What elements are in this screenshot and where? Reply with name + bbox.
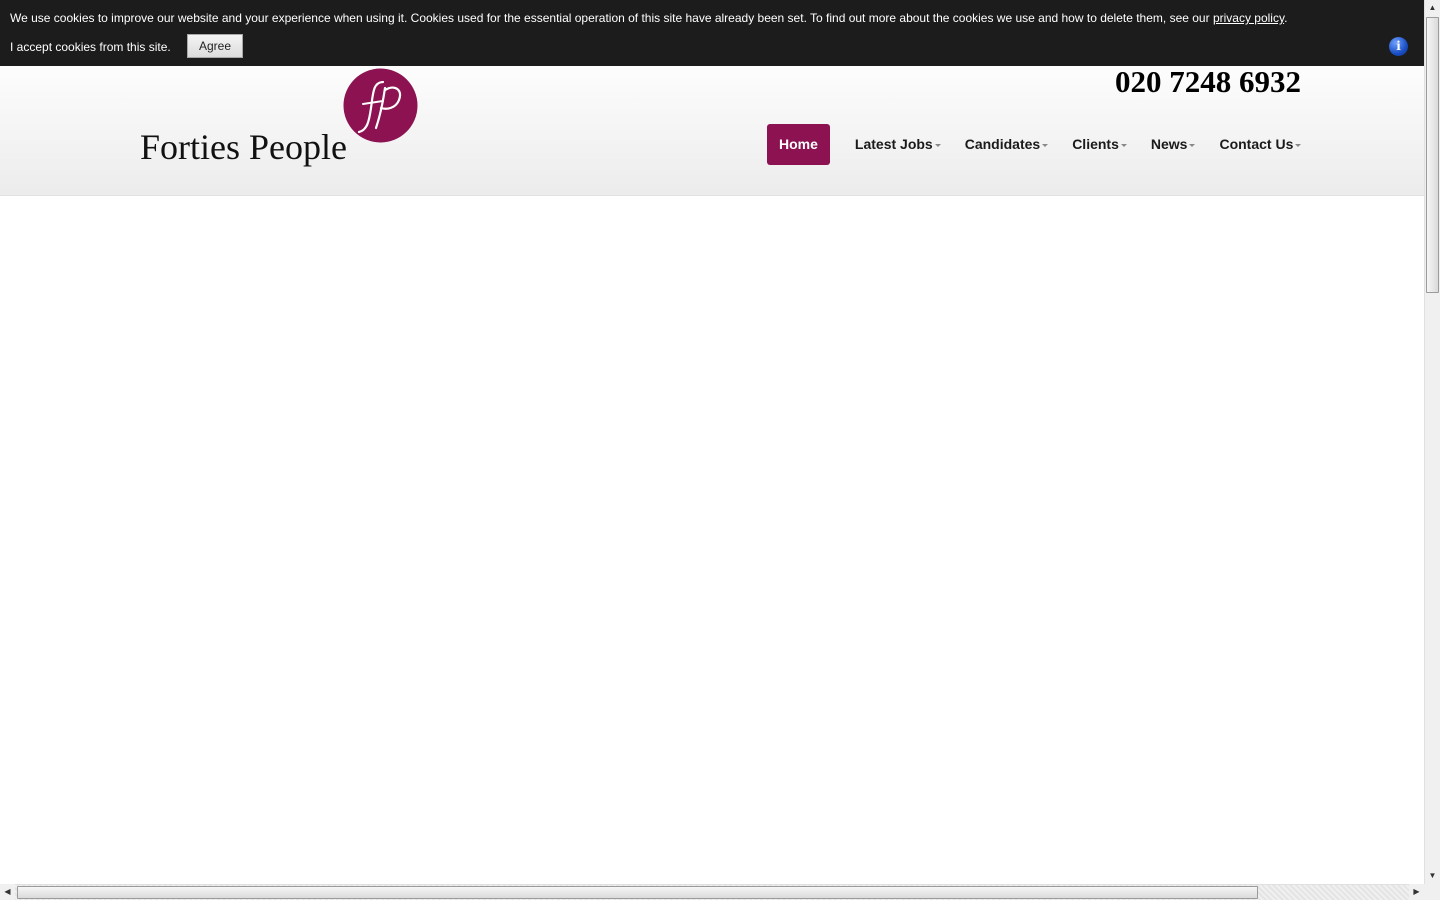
cookie-message: We use cookies to improve our website an… bbox=[10, 11, 1287, 25]
main-nav: Home Latest Jobs Candidates Clients News… bbox=[767, 124, 1312, 165]
scroll-down-arrow-icon[interactable]: ▼ bbox=[1425, 868, 1440, 884]
cookie-banner: We use cookies to improve our website an… bbox=[0, 0, 1424, 66]
scroll-up-arrow-icon[interactable]: ▲ bbox=[1425, 0, 1440, 16]
phone-number: 020 7248 6932 bbox=[1115, 64, 1301, 99]
nav-item-label: News bbox=[1150, 136, 1188, 152]
horizontal-scroll-thumb[interactable] bbox=[17, 886, 1258, 899]
nav-item-label: Candidates bbox=[964, 136, 1041, 152]
caret-down-icon bbox=[1042, 143, 1049, 147]
cookie-accept-text: I accept cookies from this site. bbox=[10, 40, 171, 54]
caret-down-icon bbox=[1295, 143, 1302, 147]
nav-item-home[interactable]: Home bbox=[767, 124, 830, 165]
page-viewport: We use cookies to improve our website an… bbox=[0, 0, 1424, 884]
brand-name[interactable]: Forties People bbox=[140, 126, 347, 168]
site-header: Forties People 020 7248 6932 Home Latest… bbox=[0, 64, 1424, 196]
nav-item-label: Contact Us bbox=[1219, 136, 1294, 152]
scroll-left-arrow-icon[interactable]: ◀ bbox=[0, 884, 15, 900]
vertical-scrollbar[interactable]: ▲ ▼ bbox=[1424, 0, 1440, 884]
vertical-scroll-thumb[interactable] bbox=[1426, 17, 1439, 293]
nav-item-label: Clients bbox=[1072, 136, 1119, 152]
cookie-message-text: We use cookies to improve our website an… bbox=[10, 11, 1213, 25]
info-icon[interactable]: i bbox=[1389, 37, 1408, 56]
nav-item-candidates[interactable]: Candidates bbox=[954, 124, 1059, 165]
logo-icon[interactable] bbox=[343, 68, 418, 143]
nav-item-contact-us[interactable]: Contact Us bbox=[1208, 124, 1312, 165]
cookie-message-end: . bbox=[1284, 11, 1288, 25]
caret-down-icon bbox=[1120, 143, 1127, 147]
nav-item-news[interactable]: News bbox=[1140, 124, 1207, 165]
caret-down-icon bbox=[934, 143, 941, 147]
scroll-right-arrow-icon[interactable]: ▶ bbox=[1409, 884, 1424, 900]
nav-item-label: Latest Jobs bbox=[854, 136, 933, 152]
nav-item-label: Home bbox=[779, 136, 818, 152]
agree-button[interactable]: Agree bbox=[187, 34, 243, 58]
caret-down-icon bbox=[1189, 143, 1196, 147]
nav-item-clients[interactable]: Clients bbox=[1061, 124, 1138, 165]
scrollbar-corner bbox=[1424, 884, 1440, 900]
horizontal-scrollbar[interactable]: ◀ ▶ bbox=[0, 884, 1424, 900]
nav-item-latest-jobs[interactable]: Latest Jobs bbox=[844, 124, 952, 165]
privacy-policy-link[interactable]: privacy policy bbox=[1213, 11, 1284, 25]
